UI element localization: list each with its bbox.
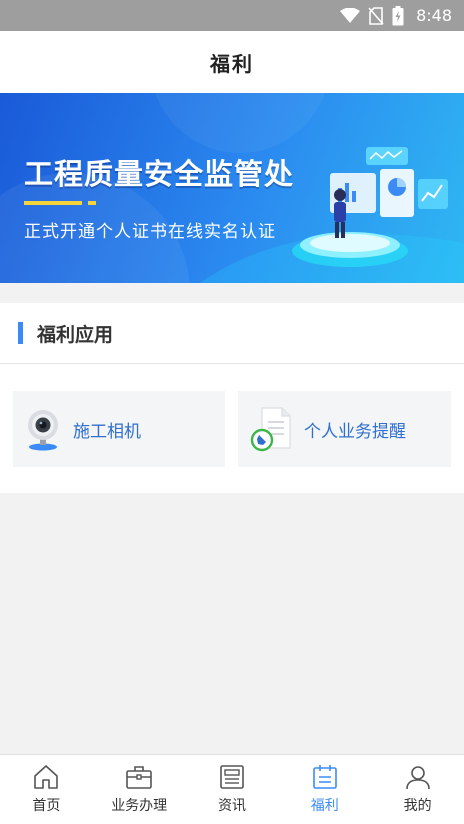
nav-label: 我的 [403, 798, 432, 814]
user-icon [405, 766, 430, 790]
news-icon [220, 765, 244, 789]
home-icon [34, 765, 59, 789]
wifi-icon [340, 7, 361, 23]
no-sim-icon [368, 6, 384, 25]
battery-charging-icon [392, 5, 404, 25]
nav-item-welfare[interactable]: 福利 [278, 755, 371, 824]
briefcase-icon [126, 766, 152, 789]
banner-headline: 工程质量安全监管处 [24, 157, 295, 191]
banner-accent-dot [88, 201, 96, 205]
page-title: 福利 [210, 51, 254, 76]
welfare-section: 福利应用 施工相机 个人业务提醒 [0, 303, 464, 493]
bottom-nav: 首页 业务办理 资讯 福利 我的 [0, 754, 464, 824]
app-label: 施工相机 [73, 421, 141, 442]
nav-item-business[interactable]: 业务办理 [93, 755, 186, 824]
nav-label: 福利 [310, 798, 339, 814]
document-pen-icon [250, 407, 291, 452]
calendar-icon [312, 765, 337, 789]
nav-item-profile[interactable]: 我的 [371, 755, 464, 824]
nav-item-news[interactable]: 资讯 [186, 755, 279, 824]
section-title: 福利应用 [37, 323, 114, 346]
banner-accent-line [24, 201, 82, 205]
nav-item-home[interactable]: 首页 [0, 755, 93, 824]
section-marker [18, 322, 23, 344]
nav-label: 资讯 [217, 798, 246, 814]
section-header: 福利应用 [0, 303, 464, 364]
dashboard-illustration [292, 147, 448, 267]
banner-subline: 正式开通个人证书在线实名认证 [24, 222, 276, 242]
webcam-icon [28, 410, 58, 451]
app-card-business-reminder[interactable]: 个人业务提醒 [238, 391, 451, 467]
promo-banner[interactable]: 工程质量安全监管处 正式开通个人证书在线实名认证 [0, 93, 464, 283]
app-card-construction-camera[interactable]: 施工相机 [13, 391, 225, 467]
app-cards: 施工相机 个人业务提醒 [13, 391, 451, 467]
nav-label: 业务办理 [111, 798, 168, 814]
title-bar: 福利 [0, 31, 464, 93]
status-time: 8:48 [416, 6, 452, 25]
nav-label: 首页 [32, 798, 61, 814]
app-label: 个人业务提醒 [304, 421, 406, 442]
status-bar: 8:48 [0, 0, 464, 31]
